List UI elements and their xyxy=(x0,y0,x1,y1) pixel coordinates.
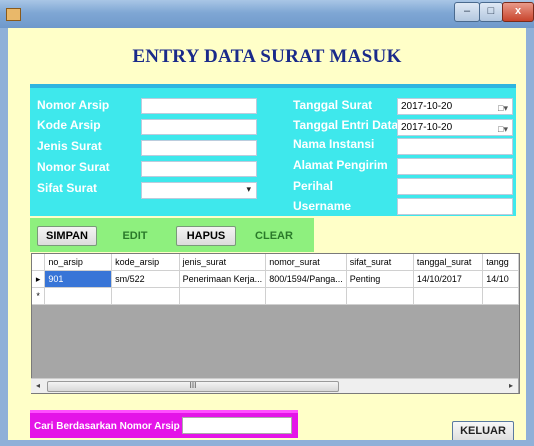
data-grid[interactable]: no_arsip kode_arsip jenis_surat nomor_su… xyxy=(31,253,520,394)
label-nama-instansi: Nama Instansi xyxy=(293,137,375,151)
horizontal-scrollbar[interactable]: ◂ III ▸ xyxy=(31,378,518,393)
kode-arsip-input[interactable] xyxy=(141,119,257,135)
table-cell[interactable]: 14/10/2017 xyxy=(413,270,484,288)
new-row-asterisk-icon: * xyxy=(32,287,46,305)
column-header-tanggal-surat[interactable]: tanggal_surat xyxy=(413,254,484,271)
calendar-dropdown-icon[interactable]: □▾ xyxy=(498,101,508,116)
label-alamat-pengirim: Alamat Pengirim xyxy=(293,158,388,172)
new-row[interactable]: * xyxy=(32,287,519,305)
search-input[interactable] xyxy=(182,417,292,434)
label-username: Username xyxy=(293,199,352,213)
label-tanggal-surat: Tanggal Surat xyxy=(293,98,373,112)
title-bar: – □ x xyxy=(0,0,534,28)
search-label: Cari Berdasarkan Nomor Arsip xyxy=(34,421,180,432)
window-frame-right xyxy=(526,28,534,446)
tanggal-surat-picker[interactable]: 2017-10-20 □▾ xyxy=(397,98,513,115)
app-icon xyxy=(6,8,21,21)
row-header-corner xyxy=(32,254,46,271)
table-cell[interactable]: 901 xyxy=(44,270,113,288)
sifat-surat-select[interactable]: ▾ xyxy=(141,182,257,199)
column-header-nomor-surat[interactable]: nomor_surat xyxy=(265,254,347,271)
button-panel: SIMPAN EDIT HAPUS CLEAR xyxy=(30,218,314,252)
main-window: – □ x ENTRY DATA SURAT MASUK Nomor Arsip… xyxy=(0,0,534,446)
label-nomor-surat: Nomor Surat xyxy=(37,160,110,174)
scroll-left-icon[interactable]: ◂ xyxy=(31,379,45,393)
simpan-button[interactable]: SIMPAN xyxy=(37,226,97,246)
tanggal-entri-picker[interactable]: 2017-10-20 □▾ xyxy=(397,119,513,136)
maximize-button[interactable]: □ xyxy=(479,2,503,22)
scroll-right-icon[interactable]: ▸ xyxy=(504,379,518,393)
jenis-surat-input[interactable] xyxy=(141,140,257,156)
close-button[interactable]: x xyxy=(502,2,534,22)
minimize-button[interactable]: – xyxy=(454,2,480,22)
hapus-button[interactable]: HAPUS xyxy=(176,226,236,246)
username-input[interactable] xyxy=(397,198,513,215)
grid-table: no_arsip kode_arsip jenis_surat nomor_su… xyxy=(32,254,519,305)
perihal-input[interactable] xyxy=(397,178,513,195)
chevron-down-icon[interactable]: ▾ xyxy=(246,184,251,195)
table-cell[interactable]: sm/522 xyxy=(111,270,180,288)
label-nomor-arsip: Nomor Arsip xyxy=(37,98,110,112)
calendar-dropdown-icon[interactable]: □▾ xyxy=(498,122,508,137)
table-cell[interactable] xyxy=(346,287,414,305)
keluar-button[interactable]: KELUAR xyxy=(452,421,514,442)
label-perihal: Perihal xyxy=(293,179,334,193)
grid-header-row: no_arsip kode_arsip jenis_surat nomor_su… xyxy=(32,254,519,271)
table-cell[interactable] xyxy=(413,287,484,305)
nomor-arsip-input[interactable] xyxy=(141,98,257,114)
form-panel: Nomor Arsip Kode Arsip Jenis Surat Nomor… xyxy=(30,84,516,216)
table-cell[interactable]: Penerimaan Kerja... xyxy=(179,270,267,288)
table-cell[interactable]: 800/1594/Panga... xyxy=(265,270,347,288)
label-tanggal-entri: Tanggal Entri Data xyxy=(293,118,399,132)
scroll-thumb[interactable]: III xyxy=(47,381,339,392)
column-header-kode-arsip[interactable]: kode_arsip xyxy=(111,254,180,271)
label-kode-arsip: Kode Arsip xyxy=(37,118,101,132)
search-panel: Cari Berdasarkan Nomor Arsip xyxy=(30,410,298,438)
label-jenis-surat: Jenis Surat xyxy=(37,139,102,153)
column-header-tanggal-entri[interactable]: tangg xyxy=(482,254,519,271)
current-row-arrow-icon[interactable]: ▸ xyxy=(32,270,46,288)
window-frame-left xyxy=(0,28,8,446)
edit-button[interactable]: EDIT xyxy=(108,226,162,246)
table-cell[interactable] xyxy=(265,287,347,305)
page-title: ENTRY DATA SURAT MASUK xyxy=(132,46,402,67)
nama-instansi-input[interactable] xyxy=(397,138,513,155)
column-header-no-arsip[interactable]: no_arsip xyxy=(44,254,113,271)
column-header-sifat-surat[interactable]: sifat_surat xyxy=(346,254,414,271)
table-cell[interactable] xyxy=(111,287,180,305)
clear-button[interactable]: CLEAR xyxy=(244,226,304,246)
column-header-jenis-surat[interactable]: jenis_surat xyxy=(179,254,267,271)
table-cell[interactable]: Penting xyxy=(346,270,414,288)
nomor-surat-input[interactable] xyxy=(141,161,257,177)
window-frame-bottom xyxy=(0,440,534,446)
table-cell[interactable] xyxy=(44,287,113,305)
table-cell[interactable] xyxy=(482,287,519,305)
tanggal-surat-value: 2017-10-20 xyxy=(401,101,453,112)
label-sifat-surat: Sifat Surat xyxy=(37,181,98,195)
table-cell[interactable] xyxy=(179,287,267,305)
table-row[interactable]: ▸ 901 sm/522 Penerimaan Kerja... 800/159… xyxy=(32,270,519,288)
table-cell[interactable]: 14/10 xyxy=(482,270,519,288)
tanggal-entri-value: 2017-10-20 xyxy=(401,122,453,133)
alamat-pengirim-input[interactable] xyxy=(397,158,513,175)
